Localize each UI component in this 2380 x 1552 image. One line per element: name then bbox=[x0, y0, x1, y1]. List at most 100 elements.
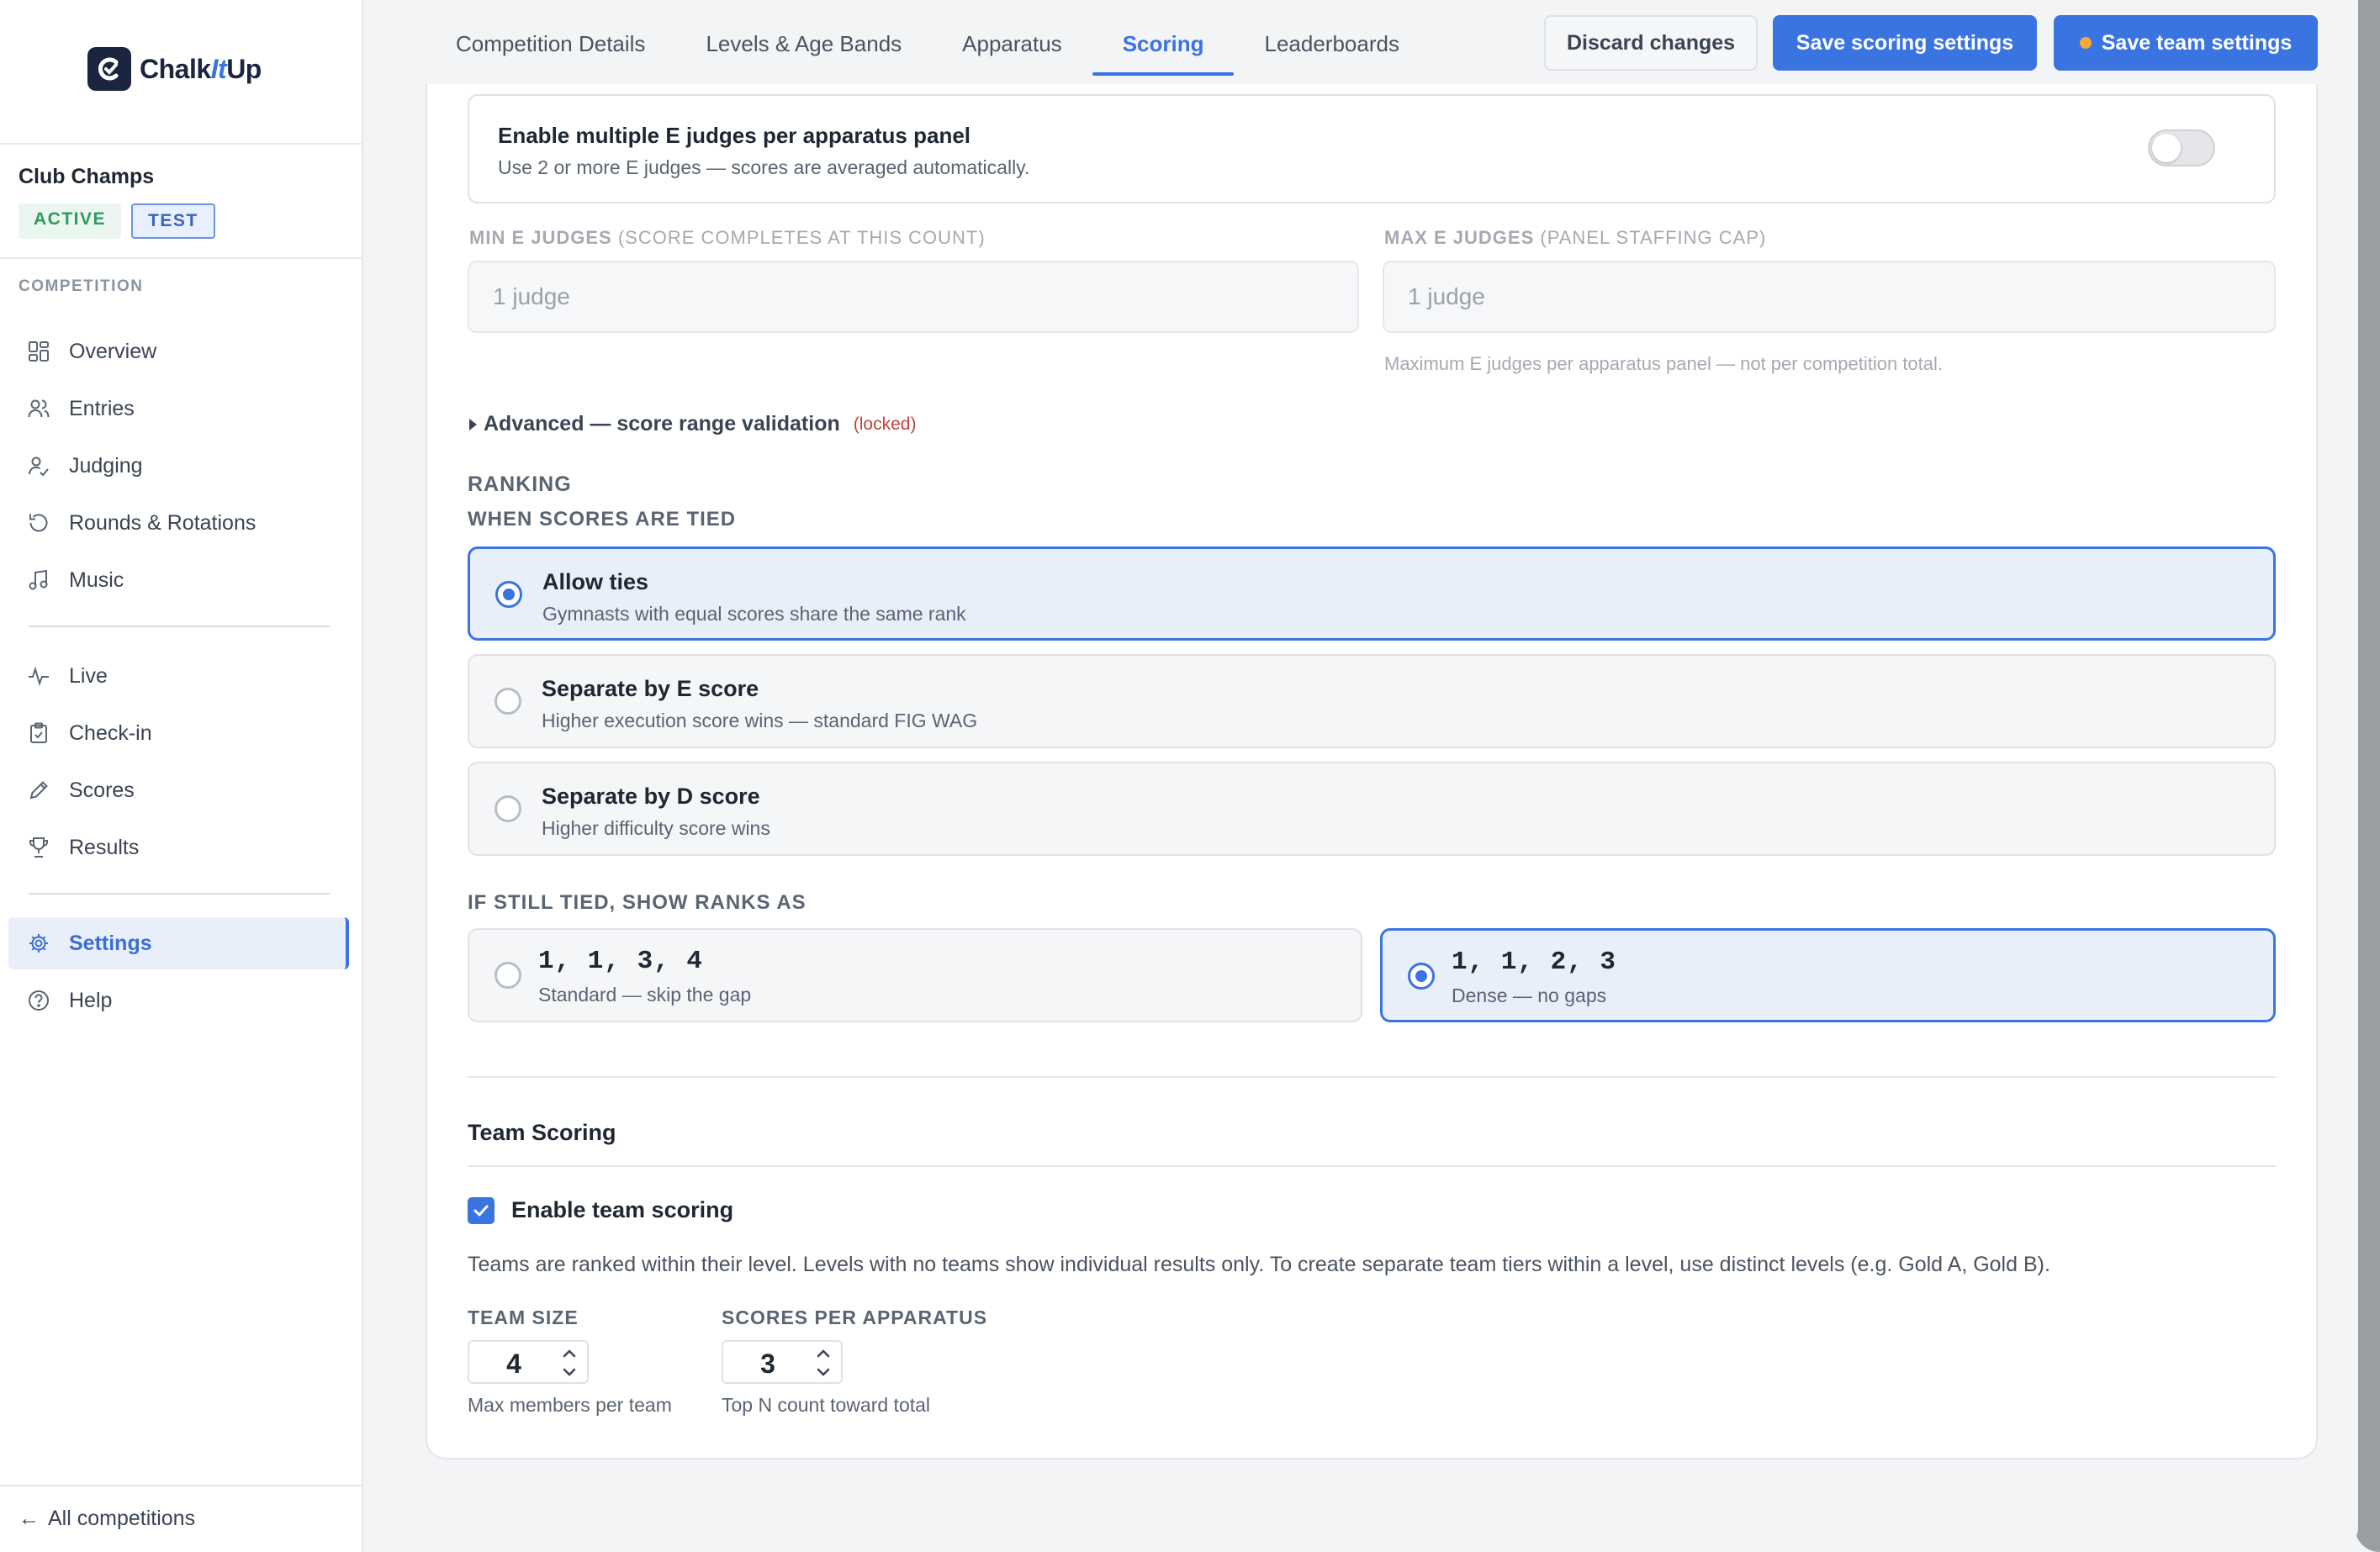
max-e-judges-select[interactable]: 1 judge bbox=[1383, 261, 2276, 333]
trophy-icon bbox=[27, 836, 50, 859]
chevron-up-icon[interactable] bbox=[812, 1345, 834, 1362]
radio-button bbox=[495, 688, 521, 715]
tie-heading: WHEN SCORES ARE TIED bbox=[468, 508, 737, 531]
toggle-title: Enable multiple E judges per apparatus p… bbox=[498, 123, 971, 148]
radio-button bbox=[1408, 963, 1435, 990]
sidebar: ChalkItUp Club Champs ACTIVE TEST COMPET… bbox=[0, 0, 363, 1552]
sidebar-divider bbox=[0, 257, 363, 259]
toggle-knob bbox=[2152, 134, 2181, 162]
locked-label: (locked) bbox=[853, 414, 917, 434]
team-size-label: TEAM SIZE bbox=[468, 1307, 579, 1328]
tie-option-allow-ties[interactable]: Allow ties Gymnasts with equal scores sh… bbox=[468, 546, 2276, 641]
sidebar-item-overview[interactable]: Overview bbox=[8, 325, 349, 377]
sidebar-item-label: Scores bbox=[69, 778, 135, 802]
multiple-e-judges-panel: Enable multiple E judges per apparatus p… bbox=[468, 94, 2276, 203]
caret-right-icon bbox=[469, 418, 477, 430]
sidebar-item-label: Settings bbox=[69, 931, 152, 955]
discard-changes-button[interactable]: Discard changes bbox=[1544, 15, 1758, 71]
save-team-settings-button[interactable]: Save team settings bbox=[2054, 15, 2318, 71]
rank-style-standard[interactable]: 1, 1, 3, 4 Standard — skip the gap bbox=[468, 928, 1362, 1022]
team-size-stepper[interactable]: 4 bbox=[468, 1340, 589, 1384]
chalkitup-logo-icon bbox=[87, 47, 131, 91]
still-tied-heading: IF STILL TIED, SHOW RANKS AS bbox=[468, 891, 807, 914]
team-size-value: 4 bbox=[506, 1349, 521, 1379]
chevron-up-icon[interactable] bbox=[558, 1345, 580, 1362]
rank-style-title: 1, 1, 3, 4 bbox=[538, 947, 704, 976]
status-badge-test: TEST bbox=[131, 203, 215, 239]
rank-style-subtitle: Standard — skip the gap bbox=[538, 984, 752, 1006]
users-icon bbox=[27, 397, 50, 420]
sidebar-item-label: Check-in bbox=[69, 721, 152, 745]
chevron-down-icon[interactable] bbox=[558, 1364, 580, 1380]
pulse-icon bbox=[27, 664, 50, 688]
rank-style-subtitle: Dense — no gaps bbox=[1452, 985, 1607, 1006]
option-subtitle: Higher difficulty score wins bbox=[542, 817, 770, 839]
sidebar-item-help[interactable]: Help bbox=[8, 974, 349, 1027]
team-scoring-title: Team Scoring bbox=[468, 1120, 616, 1145]
sidebar-item-label: Results bbox=[69, 835, 140, 859]
save-scoring-settings-button[interactable]: Save scoring settings bbox=[1773, 15, 2037, 71]
tab-apparatus[interactable]: Apparatus bbox=[932, 29, 1092, 72]
option-title: Allow ties bbox=[542, 569, 649, 594]
advanced-score-range-toggle[interactable]: Advanced — score range validation (locke… bbox=[469, 412, 916, 436]
sidebar-item-label: Entries bbox=[69, 396, 135, 420]
window-frame-inner bbox=[2331, 0, 2358, 1552]
advanced-label: Advanced — score range validation bbox=[484, 412, 840, 436]
pencil-icon bbox=[27, 779, 50, 802]
sidebar-divider bbox=[0, 143, 363, 145]
save-team-label: Save team settings bbox=[2101, 30, 2293, 55]
sidebar-item-check-in[interactable]: Check-in bbox=[8, 707, 349, 759]
sidebar-item-rounds-rotations[interactable]: Rounds & Rotations bbox=[8, 497, 349, 549]
tab-leaderboards[interactable]: Leaderboards bbox=[1234, 29, 1429, 72]
judge-icon bbox=[27, 454, 50, 478]
max-e-judges-hint: Maximum E judges per apparatus panel — n… bbox=[1384, 353, 1944, 374]
multiple-e-judges-toggle[interactable] bbox=[2148, 129, 2215, 166]
tab-competition-details[interactable]: Competition Details bbox=[456, 29, 675, 72]
tab-scoring[interactable]: Scoring bbox=[1092, 29, 1235, 76]
radio-button bbox=[495, 962, 521, 989]
team-scoring-description: Teams are ranked within their level. Lev… bbox=[468, 1253, 2050, 1276]
tie-option-d-score[interactable]: Separate by D score Higher difficulty sc… bbox=[468, 762, 2276, 856]
sidebar-item-music[interactable]: Music bbox=[8, 554, 349, 606]
sidebar-item-settings[interactable]: Settings bbox=[8, 917, 349, 969]
check-icon bbox=[473, 1205, 489, 1217]
sidebar-divider bbox=[0, 1485, 363, 1486]
sidebar-item-entries[interactable]: Entries bbox=[8, 383, 349, 435]
nav-divider bbox=[29, 893, 330, 895]
option-title: Separate by D score bbox=[542, 784, 760, 809]
nav-section-heading: COMPETITION bbox=[19, 277, 144, 295]
sidebar-item-label: Judging bbox=[69, 453, 143, 478]
sidebar-item-label: Overview bbox=[69, 339, 157, 363]
min-e-judges-select[interactable]: 1 judge bbox=[468, 261, 1359, 333]
section-divider bbox=[468, 1165, 2276, 1167]
rank-style-title: 1, 1, 2, 3 bbox=[1452, 948, 1617, 977]
back-link-label: All competitions bbox=[48, 1507, 196, 1530]
option-subtitle: Gymnasts with equal scores share the sam… bbox=[542, 603, 966, 625]
tab-levels-age-bands[interactable]: Levels & Age Bands bbox=[675, 29, 932, 72]
all-competitions-link[interactable]: ← All competitions bbox=[19, 1507, 195, 1531]
rotate-icon bbox=[27, 511, 50, 535]
enable-team-scoring-checkbox[interactable] bbox=[468, 1197, 495, 1224]
competition-name: Club Champs bbox=[19, 165, 155, 188]
sidebar-item-label: Rounds & Rotations bbox=[69, 510, 257, 535]
sidebar-item-results[interactable]: Results bbox=[8, 821, 349, 874]
app-logo-text: ChalkItUp bbox=[140, 53, 262, 84]
sidebar-item-live[interactable]: Live bbox=[8, 650, 349, 702]
tie-option-e-score[interactable]: Separate by E score Higher execution sco… bbox=[468, 654, 2276, 748]
rank-style-dense[interactable]: 1, 1, 2, 3 Dense — no gaps bbox=[1380, 928, 2276, 1022]
status-badge-active: ACTIVE bbox=[19, 203, 122, 239]
option-title: Separate by E score bbox=[542, 676, 759, 701]
chevron-down-icon[interactable] bbox=[812, 1364, 834, 1380]
sidebar-item-judging[interactable]: Judging bbox=[8, 440, 349, 492]
scores-per-apparatus-stepper[interactable]: 3 bbox=[722, 1340, 843, 1384]
team-size-hint: Max members per team bbox=[468, 1394, 672, 1416]
app-logo[interactable]: ChalkItUp bbox=[87, 47, 262, 91]
scores-per-apparatus-value: 3 bbox=[760, 1349, 775, 1379]
scores-per-apparatus-hint: Top N count toward total bbox=[722, 1394, 931, 1416]
sidebar-item-scores[interactable]: Scores bbox=[8, 764, 349, 816]
window-frame-edge bbox=[2355, 0, 2380, 1552]
grid-icon bbox=[27, 340, 50, 363]
enable-team-scoring-label[interactable]: Enable team scoring bbox=[511, 1197, 733, 1223]
music-icon bbox=[27, 568, 50, 592]
scores-per-apparatus-label: SCORES PER APPARATUS bbox=[722, 1307, 988, 1328]
